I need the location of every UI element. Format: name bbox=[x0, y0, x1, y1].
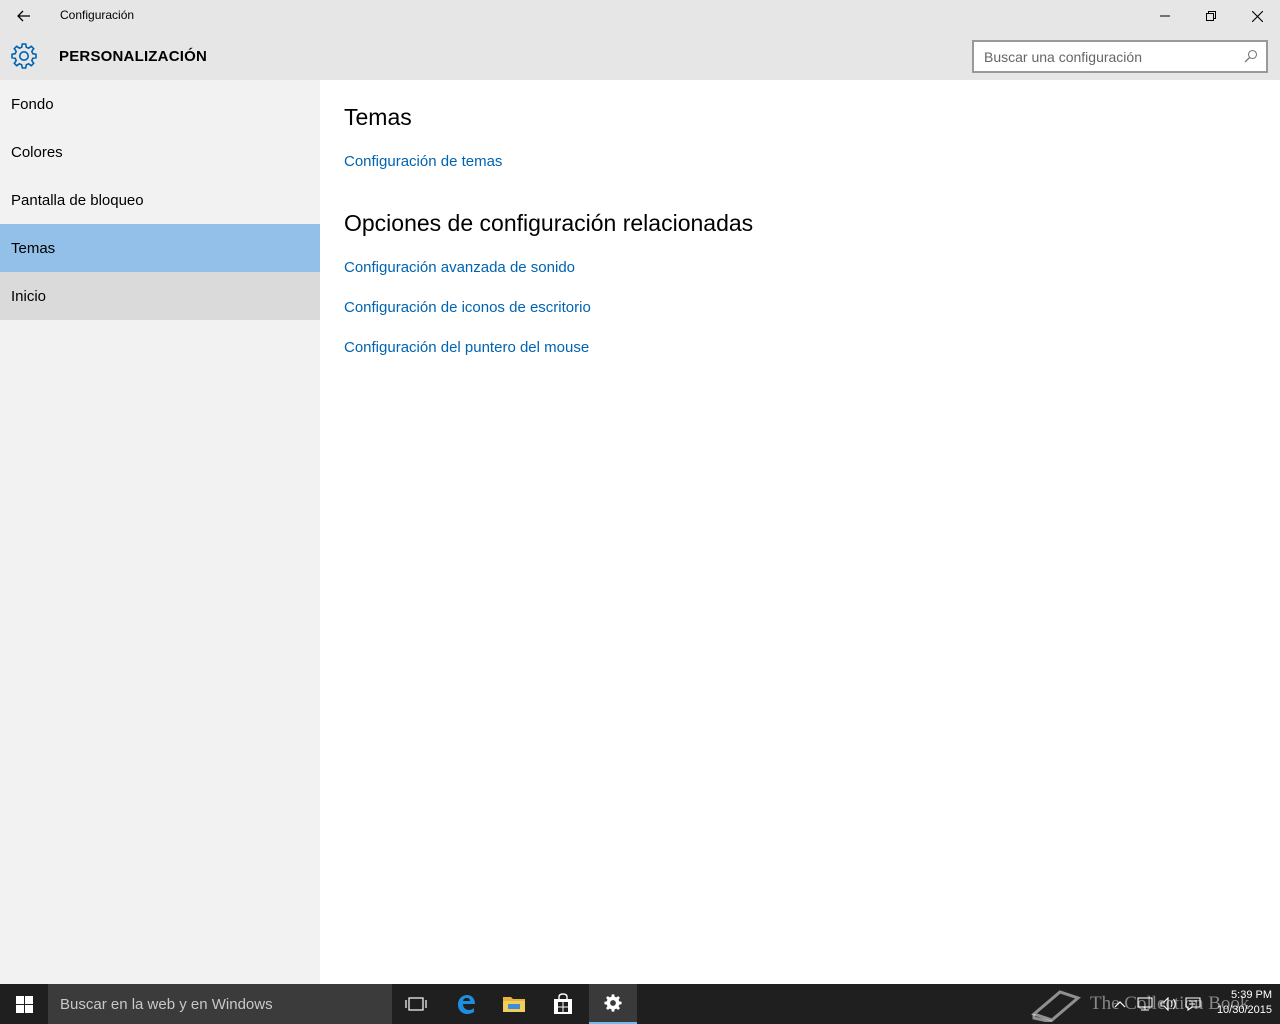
sidebar-item-temas[interactable]: Temas bbox=[0, 224, 320, 272]
edge-icon bbox=[458, 995, 475, 1014]
sidebar-item-label: Pantalla de bloqueo bbox=[11, 191, 144, 209]
gear-icon bbox=[11, 43, 37, 69]
edge-browser-button[interactable] bbox=[442, 984, 490, 1024]
network-button[interactable] bbox=[1134, 984, 1156, 1024]
speaker-icon bbox=[1160, 997, 1176, 1011]
restore-button[interactable] bbox=[1188, 0, 1234, 32]
window-title: Configuración bbox=[60, 8, 135, 22]
sidebar-item-pantalla-de-bloqueo[interactable]: Pantalla de bloqueo bbox=[0, 176, 320, 224]
link-puntero-mouse[interactable]: Configuración del puntero del mouse bbox=[344, 339, 589, 356]
book-icon bbox=[1030, 990, 1082, 1022]
task-view-button[interactable] bbox=[392, 984, 440, 1024]
link-iconos-escritorio[interactable]: Configuración de iconos de escritorio bbox=[344, 299, 591, 316]
sidebar-item-label: Temas bbox=[11, 239, 56, 257]
gear-icon bbox=[604, 994, 622, 1012]
sidebar-item-label: Inicio bbox=[11, 287, 47, 305]
taskbar-search-text: Buscar en la web y en Windows bbox=[60, 995, 273, 1013]
restore-icon bbox=[1206, 11, 1216, 21]
clock-date: 10/30/2015 bbox=[1216, 1004, 1272, 1016]
sidebar-item-colores[interactable]: Colores bbox=[0, 128, 320, 176]
close-icon bbox=[1251, 10, 1263, 22]
folder-icon bbox=[503, 997, 525, 1012]
sidebar: Fondo Colores Pantalla de bloqueo Temas … bbox=[0, 80, 320, 984]
section-heading-temas: Temas bbox=[344, 104, 412, 130]
taskbar: Buscar en la web y en Windows The Collec… bbox=[0, 984, 1280, 1024]
file-explorer-button[interactable] bbox=[490, 984, 538, 1024]
page-title: PERSONALIZACIÓN bbox=[59, 48, 208, 65]
back-button[interactable] bbox=[0, 0, 48, 32]
link-sonido-avanzado[interactable]: Configuración avanzada de sonido bbox=[344, 259, 575, 276]
sidebar-item-fondo[interactable]: Fondo bbox=[0, 80, 320, 128]
sidebar-item-label: Fondo bbox=[11, 95, 54, 113]
show-hidden-icons-button[interactable] bbox=[1110, 984, 1130, 1024]
title-bar: Configuración bbox=[0, 0, 1280, 32]
section-heading-related: Opciones de configuración relacionadas bbox=[344, 210, 754, 236]
start-button[interactable] bbox=[0, 984, 48, 1024]
sidebar-item-label: Colores bbox=[11, 143, 63, 161]
taskbar-clock[interactable]: 5:39 PM 10/30/2015 bbox=[1206, 988, 1272, 1018]
store-button[interactable] bbox=[539, 984, 587, 1024]
search-input[interactable] bbox=[974, 42, 1244, 71]
network-icon bbox=[1137, 997, 1153, 1011]
volume-button[interactable] bbox=[1158, 984, 1180, 1024]
windows-logo-icon bbox=[15, 995, 33, 1013]
minimize-icon bbox=[1160, 15, 1170, 17]
clock-time: 5:39 PM bbox=[1231, 989, 1272, 1001]
main-content: Temas Configuración de temas Opciones de… bbox=[320, 80, 1280, 984]
store-bag-icon bbox=[554, 993, 572, 1014]
search-icon[interactable] bbox=[1244, 49, 1258, 63]
chevron-up-icon bbox=[1114, 1001, 1126, 1008]
minimize-button[interactable] bbox=[1142, 0, 1188, 32]
settings-taskbar-button[interactable] bbox=[589, 984, 637, 1024]
taskbar-search-box[interactable]: Buscar en la web y en Windows bbox=[48, 984, 392, 1024]
settings-search-box[interactable] bbox=[972, 40, 1268, 73]
notification-icon bbox=[1185, 997, 1201, 1011]
action-center-button[interactable] bbox=[1182, 984, 1204, 1024]
link-configuracion-de-temas[interactable]: Configuración de temas bbox=[344, 153, 502, 170]
arrow-left-icon bbox=[17, 10, 30, 22]
close-button[interactable] bbox=[1234, 0, 1280, 32]
settings-header: PERSONALIZACIÓN bbox=[0, 32, 1280, 80]
sidebar-item-inicio[interactable]: Inicio bbox=[0, 272, 320, 320]
task-view-icon bbox=[405, 997, 427, 1011]
